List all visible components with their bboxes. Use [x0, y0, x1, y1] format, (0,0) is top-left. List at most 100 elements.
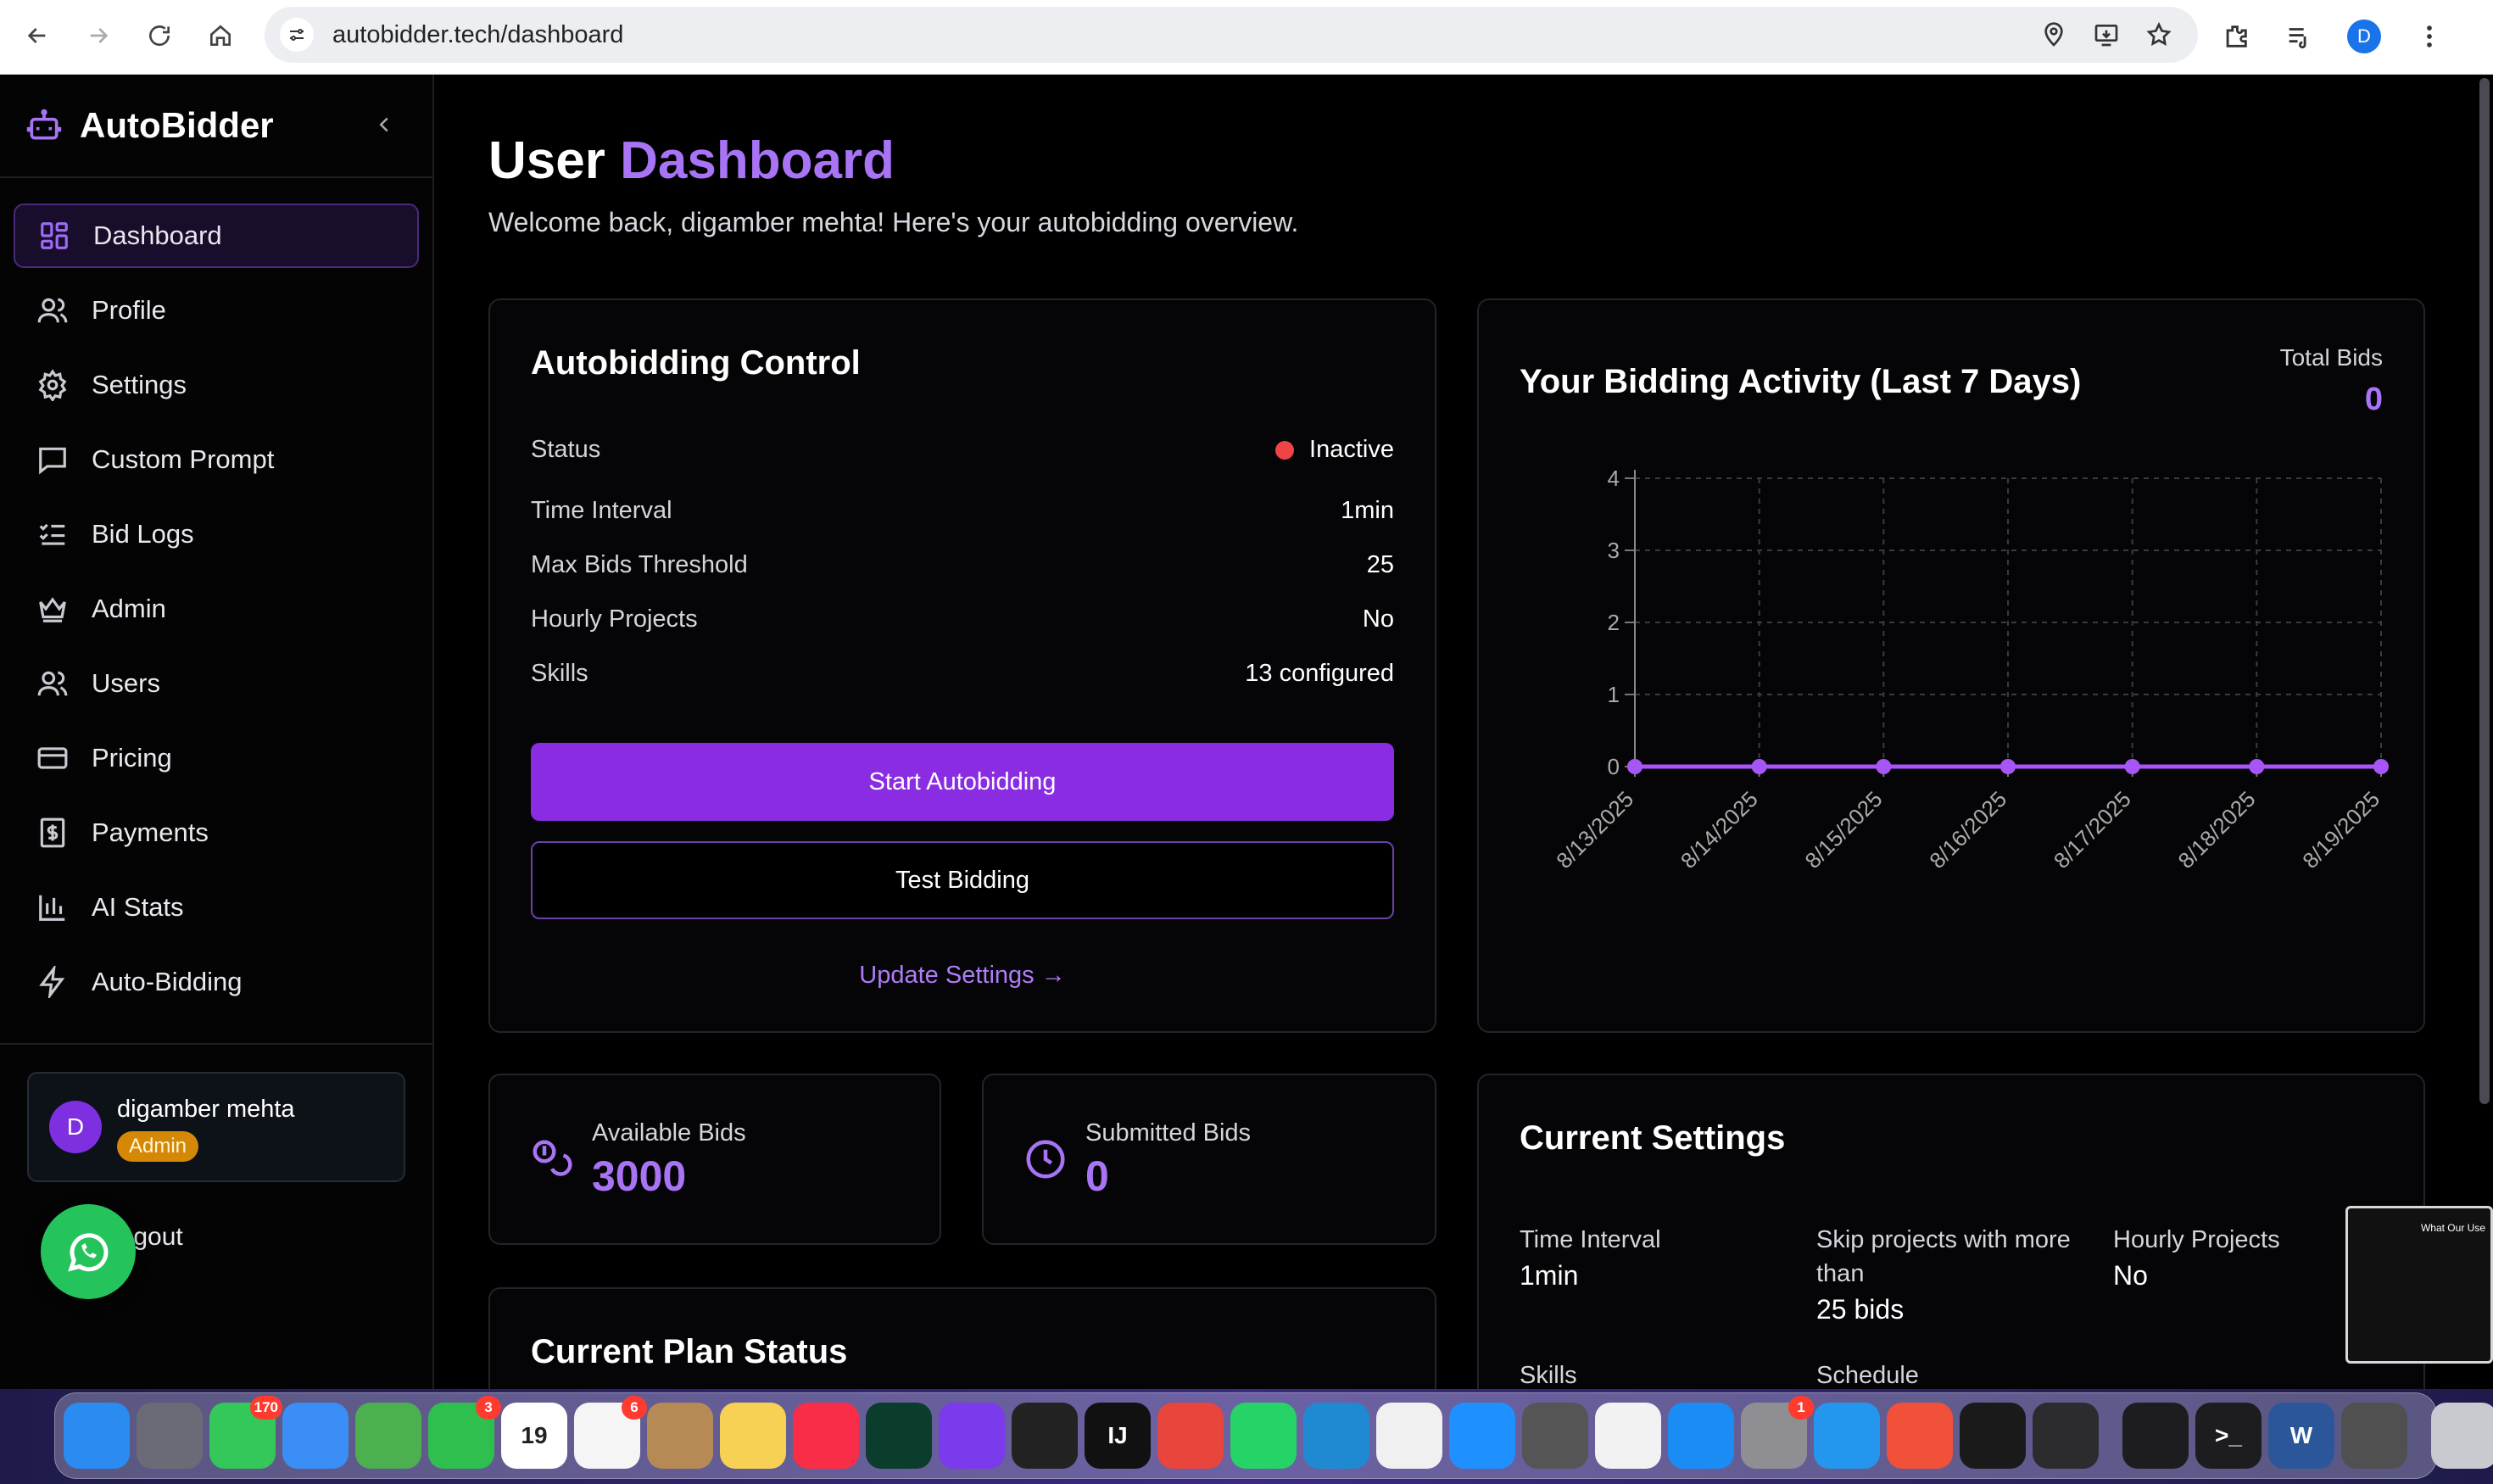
- x-tick-label: 8/16/2025: [1924, 786, 2011, 873]
- sidebar-item-label: Settings: [92, 370, 187, 399]
- dock-app-docker[interactable]: [1814, 1403, 1880, 1469]
- total-bids-label: Total Bids: [2279, 344, 2383, 371]
- card-title: Your Bidding Activity (Last 7 Days): [1520, 363, 2082, 400]
- dock-app-activity-monitor[interactable]: [2122, 1403, 2189, 1469]
- skills-row: Skills 13 configured: [531, 660, 1394, 688]
- avatar: D: [49, 1101, 102, 1153]
- dock-app-calendar[interactable]: 19: [501, 1403, 567, 1469]
- dock-app-freeform[interactable]: [1376, 1403, 1442, 1469]
- brand[interactable]: AutoBidder: [25, 105, 274, 146]
- dock-app-swift-playgrounds[interactable]: [1887, 1403, 1953, 1469]
- screenshot-thumbnail[interactable]: What Our Use: [2345, 1206, 2493, 1364]
- dock-app-notes[interactable]: [720, 1403, 786, 1469]
- more-menu-icon[interactable]: [2415, 22, 2444, 51]
- sidebar-item-label: Payments: [92, 817, 209, 847]
- dock-app-zed[interactable]: [1960, 1403, 2026, 1469]
- dock-app-trash[interactable]: [2431, 1403, 2493, 1469]
- dock-app-terminal[interactable]: >_: [2195, 1403, 2262, 1469]
- row-label: Time Interval: [531, 497, 672, 524]
- row-value: 13 configured: [1245, 660, 1394, 687]
- dock-app-chatgpt[interactable]: [1595, 1403, 1661, 1469]
- sidebar-item-payments[interactable]: Payments: [14, 801, 419, 865]
- page-title-prefix: User: [488, 131, 605, 190]
- dock-app-intellij[interactable]: IJ: [1085, 1403, 1151, 1469]
- extensions-icon[interactable]: [2222, 22, 2250, 51]
- dock-app-app-store[interactable]: [1668, 1403, 1734, 1469]
- sidebar-item-pricing[interactable]: Pricing: [14, 726, 419, 790]
- schedule-label: Schedule: [1816, 1362, 1919, 1389]
- browser-profile-avatar[interactable]: D: [2347, 20, 2381, 53]
- y-tick-label: 4: [1608, 466, 1620, 491]
- site-settings-icon[interactable]: [280, 18, 314, 52]
- sidebar-item-label: Pricing: [92, 743, 172, 773]
- sidebar-item-profile[interactable]: Profile: [14, 278, 419, 343]
- sidebar-item-label: Admin: [92, 594, 166, 623]
- dock-app-contacts[interactable]: [647, 1403, 713, 1469]
- sidebar-item-admin[interactable]: Admin: [14, 577, 419, 641]
- sidebar-item-auto-bidding[interactable]: Auto-Bidding: [14, 950, 419, 1014]
- forward-button[interactable]: [73, 10, 124, 61]
- row-label: Status: [531, 436, 601, 463]
- page-title-accent: Dashboard: [620, 131, 895, 190]
- dock-app-maps[interactable]: [355, 1403, 421, 1469]
- page-scrollbar[interactable]: [2479, 78, 2490, 1104]
- dock-app-safari[interactable]: [1449, 1403, 1515, 1469]
- dock-app-iphone-mirroring[interactable]: [1522, 1403, 1588, 1469]
- dock-app-music[interactable]: [793, 1403, 859, 1469]
- dock-app-mail[interactable]: [282, 1403, 349, 1469]
- user-card[interactable]: D digamber mehta Admin: [27, 1072, 405, 1182]
- dock: 170 3 19 6 IJ 1 >_ W: [54, 1392, 2493, 1479]
- dock-app-ghost[interactable]: [939, 1403, 1005, 1469]
- dock-app-reminders[interactable]: 6: [574, 1396, 647, 1469]
- start-autobidding-button[interactable]: Start Autobidding: [531, 743, 1394, 821]
- dock-app-cube[interactable]: [1012, 1403, 1078, 1469]
- dock-app-vscode[interactable]: [1303, 1403, 1369, 1469]
- update-settings-link[interactable]: Update Settings →: [531, 962, 1394, 990]
- home-button[interactable]: [195, 10, 246, 61]
- y-tick-label: 0: [1608, 754, 1620, 779]
- sidebar-item-users[interactable]: Users: [14, 651, 419, 716]
- crown-icon: [36, 592, 70, 626]
- sidebar-item-bid-logs[interactable]: Bid Logs: [14, 502, 419, 566]
- sidebar-item-dashboard[interactable]: Dashboard: [14, 204, 419, 268]
- bookmark-star-icon[interactable]: [2145, 21, 2172, 48]
- hourly-projects-value: No: [2113, 1260, 2148, 1291]
- reload-button[interactable]: [134, 10, 185, 61]
- collapse-sidebar-button[interactable]: [371, 112, 397, 142]
- data-point: [1751, 759, 1767, 774]
- media-controls-icon[interactable]: [2284, 22, 2313, 51]
- sidebar-item-settings[interactable]: Settings: [14, 353, 419, 417]
- dock-app-whatsapp[interactable]: [1230, 1403, 1297, 1469]
- dock-app-chrome[interactable]: [1157, 1403, 1224, 1469]
- arrow-right-icon: [90, 28, 109, 43]
- dock-app-messages[interactable]: 170: [209, 1396, 282, 1469]
- test-bidding-button[interactable]: Test Bidding: [531, 841, 1394, 919]
- url-text[interactable]: autobidder.tech/dashboard: [332, 21, 623, 49]
- sidebar-item-label: AI Stats: [92, 892, 184, 922]
- row-label: Hourly Projects: [531, 605, 698, 633]
- whatsapp-icon: [68, 1233, 109, 1272]
- dock-app-system-settings[interactable]: 1: [1741, 1396, 1814, 1469]
- sidebar-item-label: Profile: [92, 295, 166, 325]
- install-app-icon[interactable]: [2093, 21, 2120, 48]
- location-pin-icon[interactable]: [2040, 21, 2067, 48]
- address-bar[interactable]: autobidder.tech/dashboard: [265, 7, 2198, 63]
- x-tick-label: 8/19/2025: [2297, 786, 2384, 873]
- sidebar-item-ai-stats[interactable]: AI Stats: [14, 875, 419, 940]
- dock-app-calculator[interactable]: [2341, 1403, 2407, 1469]
- dock-app-word[interactable]: W: [2268, 1403, 2334, 1469]
- dock-app-mongodb[interactable]: [866, 1403, 932, 1469]
- dock-app-finder[interactable]: [64, 1403, 130, 1469]
- dock-app-facetime[interactable]: 3: [428, 1396, 501, 1469]
- row-label: Skills: [531, 660, 588, 687]
- time-interval-label: Time Interval: [1520, 1226, 1661, 1253]
- dock-app-quicktime[interactable]: [2033, 1403, 2099, 1469]
- status-value: Inactive: [1275, 436, 1394, 464]
- sidebar-item-custom-prompt[interactable]: Custom Prompt: [14, 427, 419, 492]
- available-bids-card: Available Bids 3000: [488, 1074, 941, 1245]
- dock-app-launchpad[interactable]: [137, 1403, 203, 1469]
- x-tick-label: 8/15/2025: [1800, 786, 1888, 873]
- back-button[interactable]: [12, 10, 63, 61]
- dollar-receipt-icon: [36, 816, 70, 850]
- whatsapp-chat-button[interactable]: [41, 1204, 136, 1299]
